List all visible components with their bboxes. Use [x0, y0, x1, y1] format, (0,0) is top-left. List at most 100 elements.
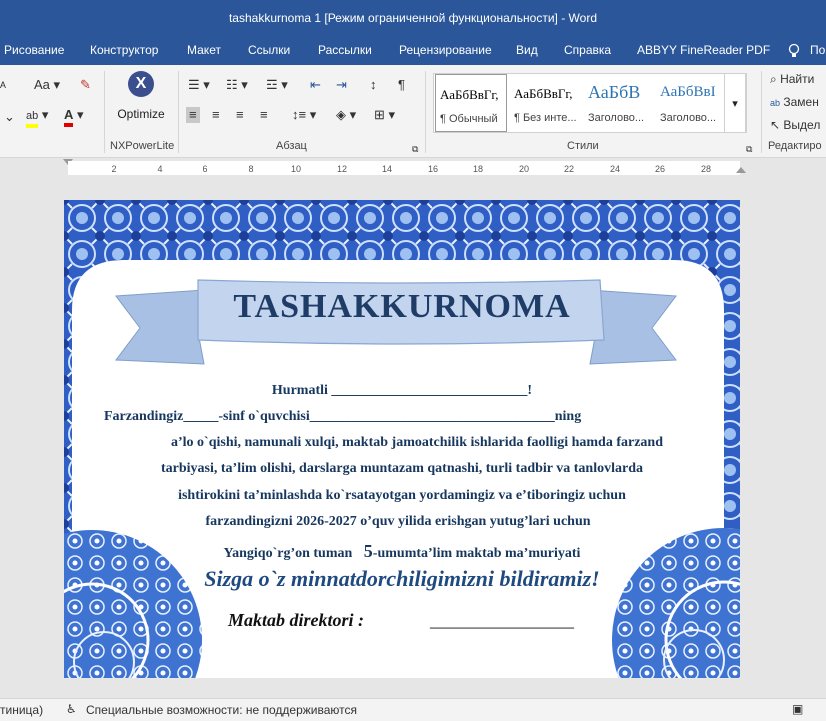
certificate-title: TASHAKKURNOMA	[233, 288, 571, 325]
ruler-number: 8	[248, 164, 254, 174]
right-indent-marker-icon[interactable]	[736, 167, 746, 173]
shading-icon[interactable]: ◈ ▾	[336, 107, 356, 123]
show-marks-icon[interactable]: ¶	[398, 77, 405, 93]
ruler-number: 12	[336, 164, 348, 174]
style-sample: АаБбВвГг,	[514, 86, 573, 101]
ruler-number: 22	[563, 164, 575, 174]
school-text: -umumta’lim maktab ma’muriyati	[372, 546, 581, 561]
accessibility-icon[interactable]: ♿︎	[66, 702, 77, 716]
borders-icon[interactable]: ⊞ ▾	[374, 107, 395, 123]
align-left-icon[interactable]: ≡	[186, 107, 200, 123]
group-label-nxpowerlite: NXPowerLite	[110, 140, 175, 152]
school-number: 5	[363, 541, 373, 561]
bullets-icon[interactable]: ☰ ▾	[188, 77, 210, 93]
gratitude-line: Sizga o`z minnatdorchiligimizni bildiram…	[204, 566, 600, 591]
body-line-3: ishtirokini ta’minlashda ko`rsatayotgan …	[178, 488, 626, 503]
ribbon-separator	[178, 71, 179, 153]
tab-view[interactable]: Вид	[516, 35, 538, 65]
page-info[interactable]: тиница)	[0, 703, 43, 717]
highlight-color-icon[interactable]: ab ▾	[26, 107, 48, 128]
ribbon-separator	[761, 71, 762, 153]
district-text: Yangiqo`rg’on tuman	[223, 546, 353, 561]
read-mode-icon[interactable]: ▣	[792, 702, 803, 716]
optimize-icon: X	[128, 71, 154, 97]
change-case-button[interactable]: Aa ▾	[34, 77, 60, 93]
horizontal-ruler[interactable]: 2 4 6 8 10 12 14 16 18 20 22 24 26 28	[0, 158, 826, 178]
style-heading-1[interactable]: АаБбВ Заголово...	[584, 74, 656, 132]
signature-line: ________________	[430, 610, 574, 630]
replace-icon: ab	[770, 98, 781, 108]
tab-tell-me[interactable]: По	[810, 35, 825, 65]
font-color-icon[interactable]: A ▾	[64, 107, 84, 127]
style-name: Заголово...	[588, 112, 645, 124]
style-heading-2[interactable]: АаБбВвI Заголово...	[656, 74, 724, 132]
ruler-track: 2 4 6 8 10 12 14 16 18 20 22 24 26 28	[68, 161, 740, 175]
tab-review[interactable]: Рецензирование	[399, 35, 492, 65]
justify-icon[interactable]: ≡	[260, 107, 268, 123]
ruler-number: 2	[111, 164, 117, 174]
strikethrough-icon[interactable]: ⌄	[4, 109, 15, 125]
ruler-number: 10	[290, 164, 302, 174]
styles-dialog-launcher-icon[interactable]: ⧉	[746, 141, 752, 157]
ruler-number: 26	[654, 164, 666, 174]
ribbon-separator	[104, 71, 105, 153]
align-center-icon[interactable]: ≡	[212, 107, 220, 123]
body-line-4: farzandingizni 2026-2027 o’quv yilida er…	[205, 514, 591, 529]
style-normal[interactable]: АаБбВвГг, ¶ Обычный	[435, 74, 507, 132]
style-sample: АаБбВ	[588, 82, 641, 102]
ribbon-separator	[425, 71, 426, 153]
style-sample: АаБбВвI	[660, 84, 716, 100]
tab-design[interactable]: Конструктор	[90, 35, 158, 65]
ruler-number: 28	[700, 164, 712, 174]
ruler-number: 18	[472, 164, 484, 174]
tab-mailings[interactable]: Рассылки	[318, 35, 372, 65]
style-name: Заголово...	[660, 112, 717, 124]
style-name: ¶ Без инте...	[514, 112, 577, 124]
tab-drawing[interactable]: Рисование	[4, 35, 64, 65]
tab-references[interactable]: Ссылки	[248, 35, 290, 65]
accessibility-status[interactable]: Специальные возможности: не поддерживают…	[86, 703, 357, 717]
style-sample: АаБбВвГг,	[440, 87, 499, 102]
ruler-number: 4	[157, 164, 163, 174]
style-name: ¶ Обычный	[440, 113, 498, 125]
sort-icon[interactable]: ↕	[370, 77, 377, 93]
search-icon: ⌕	[770, 72, 777, 86]
select-button[interactable]: ↖ Выдел	[770, 117, 820, 133]
tab-layout[interactable]: Макет	[187, 35, 221, 65]
greeting-line: Hurmatli ____________________________!	[271, 383, 533, 398]
replace-button[interactable]: ab Замен	[770, 94, 819, 111]
body-line-2: tarbiyasi, ta’lim olishi, darslarga munt…	[161, 461, 643, 476]
increase-indent-icon[interactable]: ⇥	[336, 77, 347, 93]
document-page[interactable]: TASHAKKURNOMA Hurmatli _________________…	[64, 200, 740, 678]
clear-formatting-icon[interactable]: ✎	[80, 77, 91, 93]
cursor-icon: ↖	[770, 118, 781, 132]
ribbon: ᴬ Aa ▾ ✎ ⌄ ab ▾ A ▾ X Optimize NXPowerLi…	[0, 65, 826, 158]
body-line-1: a’lo o`qishi, namunali xulqi, maktab jam…	[170, 435, 664, 450]
styles-more-button[interactable]: ▾	[724, 73, 746, 133]
group-label-editing: Редактиро	[768, 140, 822, 152]
group-label-paragraph: Абзац	[276, 140, 307, 152]
ruler-number: 24	[609, 164, 621, 174]
tab-help[interactable]: Справка	[564, 35, 611, 65]
decrease-indent-icon[interactable]: ⇤	[310, 77, 321, 93]
line-spacing-icon[interactable]: ↕≡ ▾	[292, 107, 316, 123]
ribbon-tabs: Рисование Конструктор Макет Ссылки Рассы…	[0, 35, 826, 65]
find-button[interactable]: ⌕ Найти	[770, 71, 814, 87]
window-title: tashakkurnoma 1 [Режим ограниченной функ…	[228, 10, 598, 25]
ruler-number: 14	[381, 164, 393, 174]
ruler-number: 20	[518, 164, 530, 174]
style-no-spacing[interactable]: АаБбВвГг, ¶ Без инте...	[510, 74, 582, 132]
ruler-number: 16	[427, 164, 439, 174]
optimize-button[interactable]: X Optimize	[112, 69, 170, 129]
numbering-icon[interactable]: ☷ ▾	[226, 77, 248, 93]
ruler-number: 6	[202, 164, 208, 174]
tab-abbyy[interactable]: ABBYY FineReader PDF	[637, 35, 770, 65]
optimize-label: Optimize	[117, 107, 165, 121]
font-size-decrease-icon[interactable]: ᴬ	[0, 79, 6, 95]
paragraph-dialog-launcher-icon[interactable]: ⧉	[412, 141, 418, 157]
tell-me-lightbulb-icon[interactable]	[788, 35, 800, 65]
align-right-icon[interactable]: ≡	[236, 107, 244, 123]
director-label: Maktab direktori :	[228, 610, 365, 630]
styles-gallery: АаБбВвГг, ¶ Обычный АаБбВвГг, ¶ Без инте…	[433, 73, 747, 133]
multilevel-list-icon[interactable]: ☲ ▾	[266, 77, 288, 93]
